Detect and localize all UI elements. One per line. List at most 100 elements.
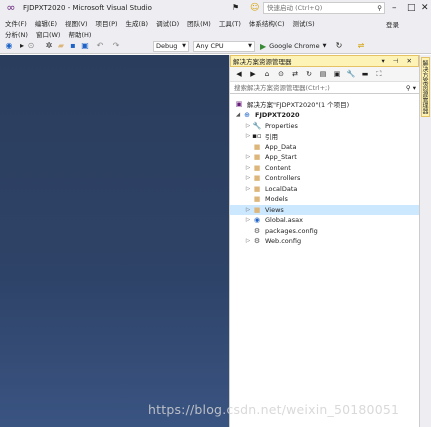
menu-help[interactable]: 帮助(H): [65, 29, 94, 39]
menu-project[interactable]: 项目(P): [93, 18, 121, 28]
tree-node-app-data[interactable]: ■ App_Data: [230, 142, 419, 152]
home-icon[interactable]: ⌂: [262, 69, 272, 79]
menu-view[interactable]: 视图(V): [62, 18, 91, 28]
open-file-icon[interactable]: ▰: [56, 41, 66, 51]
config-file-icon: ⚙: [253, 227, 261, 235]
standard-toolbar: ◉ ▸ ⊙ ✲ ▰ ▪ ▣ ↶ ↷ Debug ▼ Any CPU ▼ ▶ Go…: [0, 39, 431, 54]
show-all-files-icon[interactable]: ▣: [332, 69, 342, 79]
feedback-smile-icon[interactable]: ☺: [250, 3, 260, 13]
forward-arrow-icon[interactable]: ⊙: [26, 41, 36, 51]
collapsed-arrow-icon[interactable]: ▷: [244, 165, 252, 171]
folder-icon: ■: [253, 174, 261, 182]
tree-node-properties[interactable]: ▷ 🔧 Properties: [230, 121, 419, 131]
save-all-icon[interactable]: ▣: [80, 41, 90, 51]
back-icon[interactable]: ◀: [234, 69, 244, 79]
tree-node-content[interactable]: ▷ ■ Content: [230, 163, 419, 173]
tree-node-solution[interactable]: ▣ 解决方案"FJDPXT2020"(1 个项目): [230, 99, 419, 109]
tree-node-label: 引用: [265, 133, 278, 141]
sync-with-document-icon[interactable]: ⇄: [290, 69, 300, 79]
window-title: FJDPXT2020 - Microsoft Visual Studio: [23, 4, 152, 12]
menu-edit[interactable]: 编辑(E): [32, 18, 60, 28]
collapsed-arrow-icon[interactable]: ▷: [244, 217, 252, 223]
side-tab-solution-explorer[interactable]: 解决方案资源管理器: [421, 57, 430, 117]
folder-icon: ■: [253, 185, 261, 193]
solution-explorer-search-input[interactable]: 搜索解决方案资源管理器(Ctrl+;) ⚲ ▾: [230, 82, 419, 94]
tree-node-localdata[interactable]: ▷ ■ LocalData: [230, 184, 419, 194]
menu-architecture[interactable]: 体系结构(C): [246, 18, 288, 28]
panel-window-controls[interactable]: ▾ ⊣ ✕: [381, 57, 415, 65]
collapsed-arrow-icon[interactable]: ▷: [244, 133, 252, 139]
run-target-label: Google Chrome: [269, 42, 320, 50]
tree-node-packages-config[interactable]: ⚙ packages.config: [230, 226, 419, 236]
configuration-value: Debug: [156, 42, 178, 50]
notification-flag-icon[interactable]: ⚑: [232, 3, 242, 13]
tree-node-controllers[interactable]: ▷ ■ Controllers: [230, 173, 419, 183]
folder-icon: ■: [253, 164, 261, 172]
collapsed-arrow-icon[interactable]: ▷: [244, 175, 252, 181]
menu-tools[interactable]: 工具(T): [216, 18, 244, 28]
login-link[interactable]: 登录: [386, 19, 399, 29]
tree-node-label: App_Data: [265, 143, 297, 151]
preview-selected-items-icon[interactable]: ▬: [360, 69, 370, 79]
browser-link-icon[interactable]: ⇌: [356, 41, 366, 51]
tree-node-project[interactable]: ◢ ⊕ FJDPXT2020: [230, 110, 419, 120]
maximize-icon[interactable]: □: [407, 2, 416, 14]
refresh-icon[interactable]: ↻: [304, 69, 314, 79]
save-icon[interactable]: ▪: [68, 41, 78, 51]
solution-explorer-toolbar: ◀ ▶ ⌂ ⊙ ⇄ ↻ ▤ ▣ 🔧 ▬ ⛶: [230, 67, 419, 82]
new-project-icon[interactable]: ✲: [44, 41, 54, 51]
references-icon: ▪▫: [252, 132, 262, 140]
solution-icon: ▣: [235, 100, 243, 108]
tree-node-label: Global.asax: [265, 216, 304, 224]
forward-icon[interactable]: ▶: [248, 69, 258, 79]
properties-icon[interactable]: 🔧: [346, 69, 356, 79]
tree-node-label: LocalData: [265, 185, 298, 193]
collapsed-arrow-icon[interactable]: ▷: [244, 123, 252, 129]
tree-node-app-start[interactable]: ▷ ■ App_Start: [230, 152, 419, 162]
collapsed-arrow-icon[interactable]: ▷: [244, 238, 252, 244]
tree-node-references[interactable]: ▷ ▪▫ 引用: [230, 131, 419, 141]
class-diagram-icon[interactable]: ⛶: [374, 69, 384, 79]
menu-file[interactable]: 文件(F): [2, 18, 30, 28]
tree-node-models[interactable]: ■ Models: [230, 194, 419, 204]
expanded-arrow-icon[interactable]: ◢: [234, 112, 242, 118]
menu-team[interactable]: 团队(M): [184, 18, 214, 28]
undo-icon[interactable]: ↶: [95, 41, 105, 51]
search-icon: ⚲: [377, 4, 382, 12]
tree-node-label: Properties: [265, 122, 298, 130]
solution-explorer-panel: 解决方案资源管理器 ▾ ⊣ ✕ ◀ ▶ ⌂ ⊙ ⇄ ↻ ▤ ▣ 🔧 ▬ ⛶ 搜索…: [229, 55, 420, 427]
refresh-browser-icon[interactable]: ↻: [334, 41, 344, 51]
collapsed-arrow-icon[interactable]: ▷: [244, 186, 252, 192]
chevron-down-icon: ▼: [322, 43, 327, 49]
minimize-icon[interactable]: –: [392, 2, 397, 14]
play-icon: ▶: [260, 42, 267, 51]
tree-node-global-asax[interactable]: ▷ ◉ Global.asax: [230, 215, 419, 225]
side-tab-strip: 解决方案资源管理器: [420, 55, 431, 427]
pending-changes-filter-icon[interactable]: ⊙: [276, 69, 286, 79]
folder-icon: ■: [253, 206, 261, 214]
close-icon[interactable]: ✕: [421, 2, 429, 14]
quick-launch-input[interactable]: 快速启动 (Ctrl+Q) ⚲: [263, 2, 385, 14]
menu-analyze[interactable]: 分析(N): [2, 29, 31, 39]
platform-value: Any CPU: [196, 42, 224, 50]
tree-node-label: Controllers: [265, 174, 301, 182]
editor-area[interactable]: [0, 55, 229, 427]
chevron-down-icon: ▼: [248, 43, 252, 49]
menu-window[interactable]: 窗口(W): [33, 29, 64, 39]
collapse-all-icon[interactable]: ▤: [318, 69, 328, 79]
solution-platform-select[interactable]: Any CPU ▼: [193, 41, 255, 52]
back-navigate-icon[interactable]: ◉: [4, 41, 14, 51]
menu-build[interactable]: 生成(B): [123, 18, 152, 28]
collapsed-arrow-icon[interactable]: ▷: [244, 207, 252, 213]
tree-node-web-config[interactable]: ▷ ⚙ Web.config: [230, 236, 419, 246]
start-debugging-button[interactable]: ▶ Google Chrome ▼: [260, 41, 327, 52]
solution-explorer-header: 解决方案资源管理器 ▾ ⊣ ✕: [230, 55, 419, 67]
solution-configuration-select[interactable]: Debug ▼: [153, 41, 189, 52]
menu-test[interactable]: 测试(S): [290, 18, 318, 28]
collapsed-arrow-icon[interactable]: ▷: [244, 154, 252, 160]
redo-icon[interactable]: ↷: [111, 41, 121, 51]
tree-node-label: Content: [265, 164, 291, 172]
search-icon: ⚲ ▾: [405, 84, 416, 92]
menu-debug[interactable]: 调试(D): [153, 18, 182, 28]
tree-node-views[interactable]: ▷ ■ Views: [230, 205, 419, 215]
